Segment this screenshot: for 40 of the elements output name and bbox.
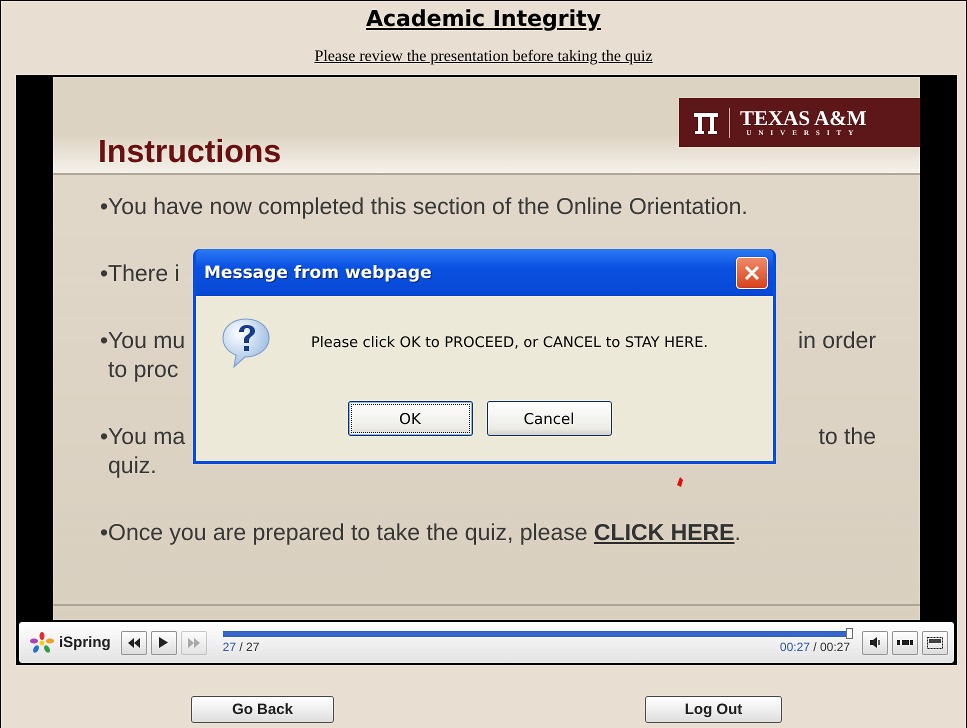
bullet-text: •You have now completed this section of the Online Orientation.	[100, 192, 748, 221]
bullet-text: •Once you are prepared to take the quiz, please CLICK HERE.	[100, 518, 741, 547]
play-icon	[159, 637, 168, 648]
dialog-message: Please click OK to PROCEED, or CANCEL to STAY HERE.	[311, 335, 708, 351]
brand-name: iSpring	[59, 634, 111, 651]
bullet-text: •There i	[100, 259, 180, 288]
slide-counter: 27 / 27	[222, 640, 260, 654]
progress-thumb[interactable]	[846, 628, 853, 639]
speaker-icon	[870, 637, 880, 648]
page-subtitle: Please review the presentation before taking the quiz	[314, 48, 653, 65]
close-button[interactable]	[736, 256, 768, 288]
captions-button[interactable]	[892, 630, 918, 654]
close-icon	[744, 264, 760, 280]
bullet-text: •You ma	[100, 422, 186, 451]
fast-forward-icon	[188, 638, 200, 648]
fullscreen-icon	[927, 636, 943, 648]
rewind-button[interactable]	[120, 630, 147, 654]
play-button[interactable]	[150, 630, 177, 654]
dialog-button[interactable]: OK	[348, 401, 472, 436]
bullet-text: in order	[798, 326, 876, 355]
cursor-mark-icon	[677, 477, 683, 487]
time-display: 00:27 / 00:27	[780, 640, 850, 654]
logo-icon	[693, 110, 719, 134]
bullet-text: •You mu	[100, 326, 186, 355]
bullet-text: to the	[818, 422, 876, 451]
volume-button[interactable]	[862, 630, 888, 654]
bullet-text: to proc	[108, 355, 178, 384]
rewind-icon	[128, 638, 140, 648]
dialog-button[interactable]: Cancel	[486, 401, 612, 436]
page-title: Academic Integrity	[366, 7, 602, 32]
slide-heading: Instructions	[98, 133, 282, 170]
logo-name: TEXAS A&M	[740, 107, 867, 129]
bullet-text: quiz.	[108, 451, 157, 480]
flower-icon	[29, 632, 55, 654]
footer-button[interactable]: Log Out	[645, 696, 782, 723]
footer-button[interactable]: Go Back	[191, 696, 334, 723]
fullscreen-button[interactable]	[922, 630, 948, 654]
captions-icon	[897, 640, 913, 645]
quiz-link[interactable]: CLICK HERE	[594, 519, 734, 545]
dialog-title: Message from webpage	[204, 262, 432, 282]
